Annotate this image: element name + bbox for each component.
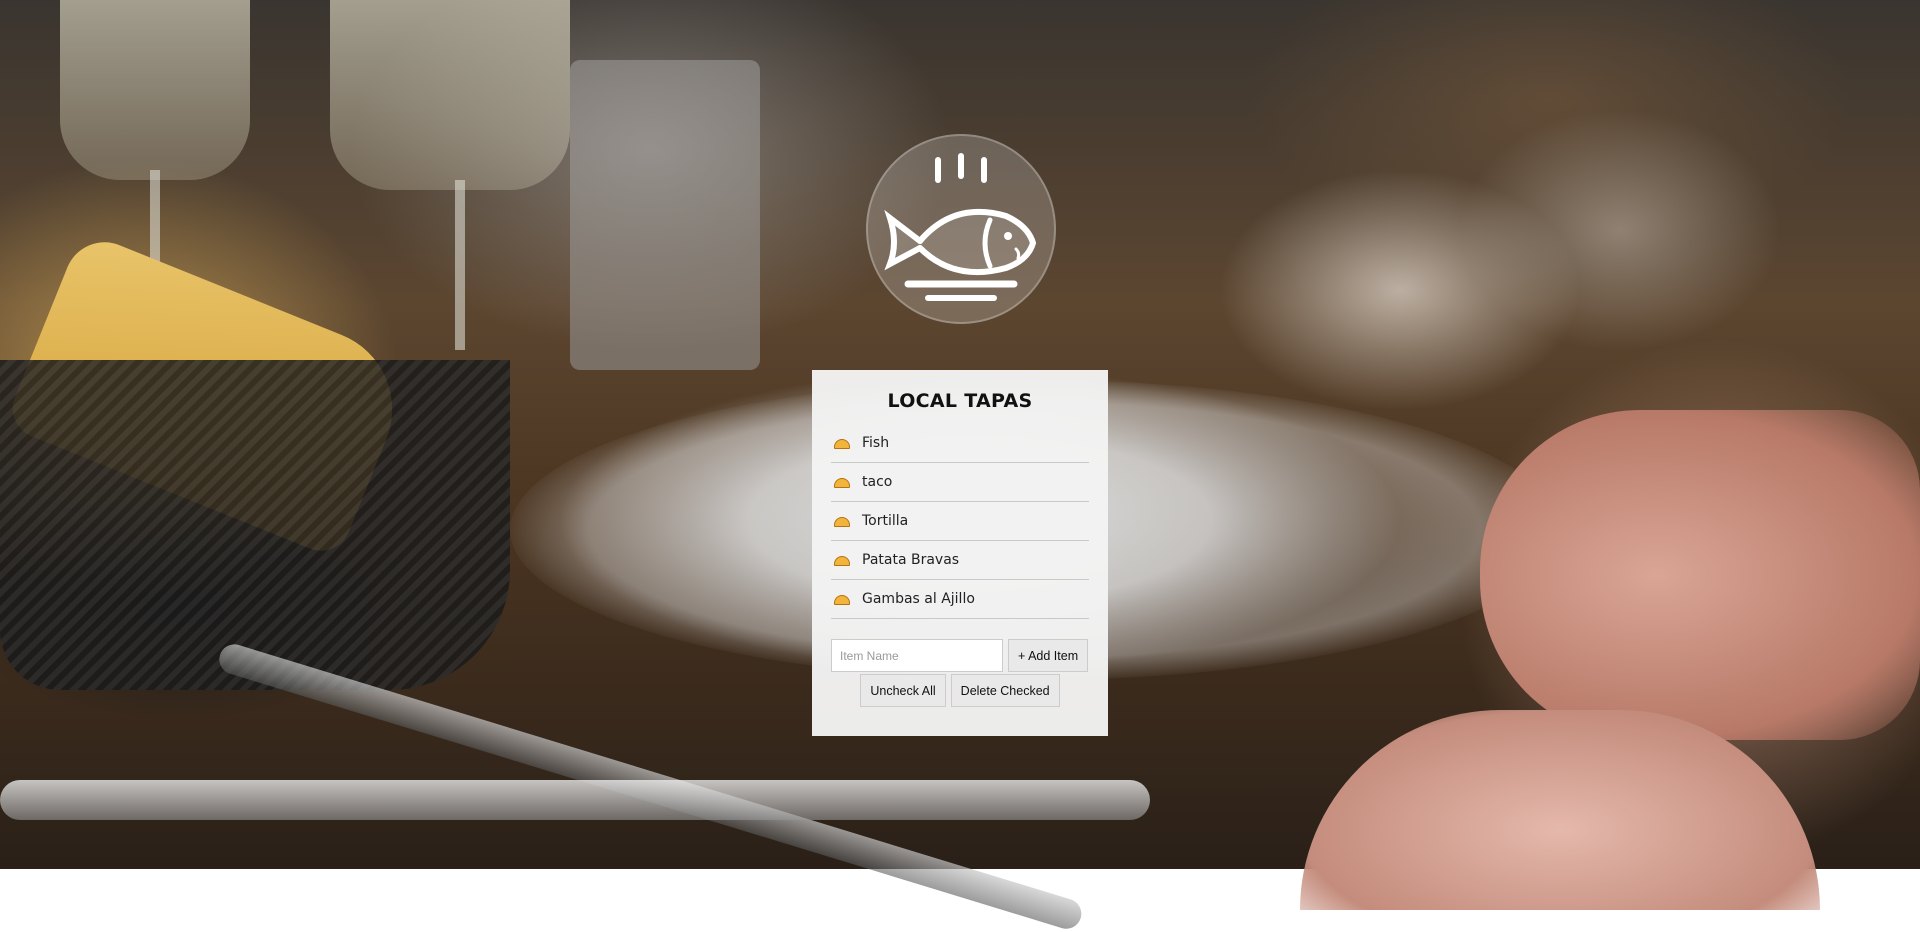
- add-item-button[interactable]: + Add Item: [1008, 639, 1089, 672]
- taco-icon: [834, 593, 851, 606]
- wine-glass-left: [60, 0, 250, 180]
- knife: [0, 780, 1150, 820]
- list-item-label: taco: [862, 474, 893, 490]
- list-item[interactable]: Gambas al Ajillo: [831, 580, 1089, 619]
- list-item[interactable]: taco: [831, 463, 1089, 502]
- list-actions: Uncheck All Delete Checked: [831, 674, 1089, 707]
- taco-icon: [834, 437, 851, 450]
- water-tumbler: [570, 60, 760, 370]
- item-name-input[interactable]: [831, 639, 1003, 672]
- list-item-label: Gambas al Ajillo: [862, 591, 975, 607]
- fish-on-plate-icon: [866, 134, 1056, 324]
- list-item-label: Tortilla: [862, 513, 909, 529]
- uncheck-all-button[interactable]: Uncheck All: [860, 674, 946, 707]
- list-item[interactable]: Fish: [831, 424, 1089, 463]
- add-item-form: + Add Item: [831, 639, 1089, 672]
- list-item[interactable]: Patata Bravas: [831, 541, 1089, 580]
- tapas-list-card: LOCAL TAPAS Fish taco Tortilla Patata Br…: [812, 370, 1108, 736]
- delete-checked-button[interactable]: Delete Checked: [950, 674, 1060, 707]
- wine-glass-right-stem: [455, 180, 465, 350]
- diner-hand: [1480, 410, 1920, 740]
- app-title: LOCAL TAPAS: [887, 390, 1033, 412]
- list-item[interactable]: Tortilla: [831, 502, 1089, 541]
- taco-icon: [834, 476, 851, 489]
- bread-basket: [0, 360, 510, 690]
- taco-icon: [834, 515, 851, 528]
- taco-icon: [834, 554, 851, 567]
- tapas-list: Fish taco Tortilla Patata Bravas Gambas …: [831, 424, 1089, 619]
- list-item-label: Patata Bravas: [862, 552, 960, 568]
- list-item-label: Fish: [862, 435, 890, 451]
- wine-glass-right: [330, 0, 570, 190]
